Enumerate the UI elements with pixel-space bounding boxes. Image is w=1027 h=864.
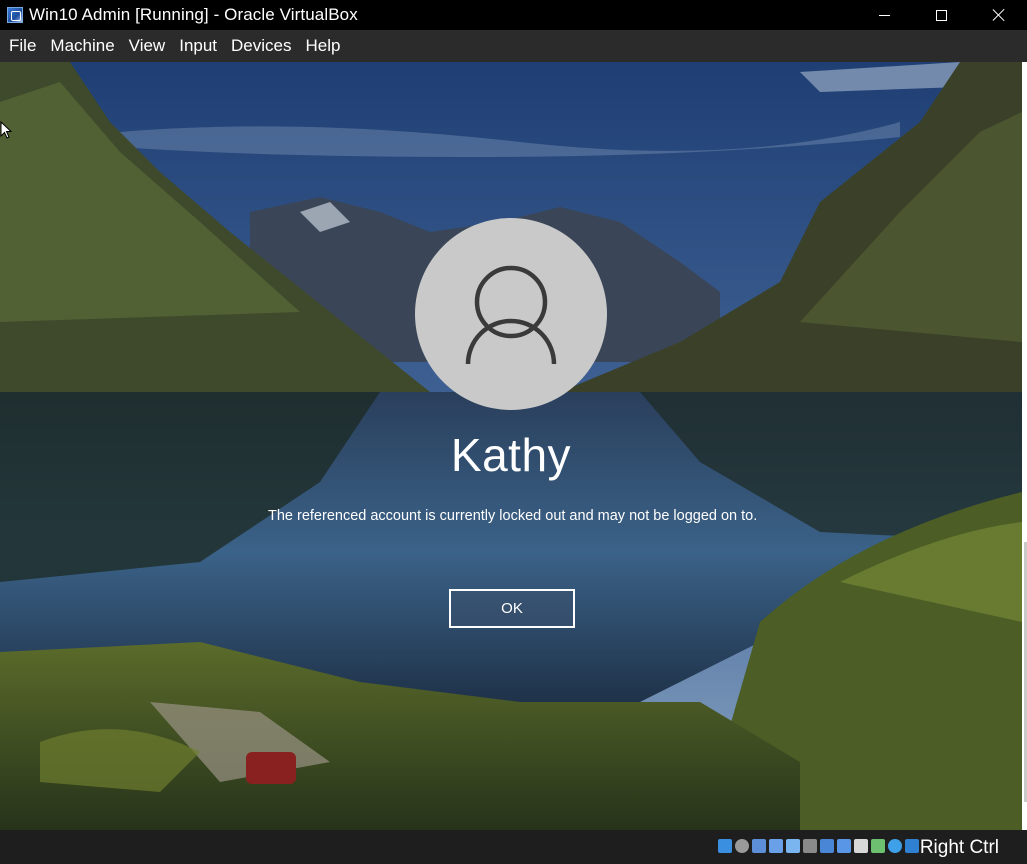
- minimize-icon: [879, 14, 890, 16]
- usb-icon[interactable]: [786, 839, 800, 853]
- host-key-label: Right Ctrl: [919, 837, 999, 858]
- lockout-message: The referenced account is currently lock…: [268, 508, 758, 524]
- menu-machine[interactable]: Machine: [43, 30, 121, 62]
- window-border: [1022, 62, 1027, 830]
- display-icon[interactable]: [820, 839, 834, 853]
- status-indicators: [718, 839, 919, 853]
- menu-bar: File Machine View Input Devices Help: [0, 30, 1027, 62]
- ok-button[interactable]: OK: [449, 589, 575, 628]
- shared-folders-icon[interactable]: [803, 839, 817, 853]
- audio-icon[interactable]: [752, 839, 766, 853]
- maximize-icon: [936, 9, 947, 21]
- user-avatar-icon: [465, 265, 557, 365]
- close-icon: [992, 8, 1006, 22]
- menu-input[interactable]: Input: [172, 30, 224, 62]
- user-avatar: [415, 218, 607, 410]
- title-bar: Win10 Admin [Running] - Oracle VirtualBo…: [0, 0, 1027, 30]
- menu-help[interactable]: Help: [299, 30, 348, 62]
- video-recording-icon[interactable]: [854, 839, 868, 853]
- virtualization-icon[interactable]: [871, 839, 885, 853]
- account-username: Kathy: [450, 429, 572, 481]
- hard-disk-icon[interactable]: [718, 839, 732, 853]
- close-button[interactable]: [970, 0, 1027, 30]
- menu-devices[interactable]: Devices: [224, 30, 298, 62]
- optical-drive-icon[interactable]: [735, 839, 749, 853]
- status-bar: Right Ctrl: [0, 830, 1027, 864]
- mouse-pointer-icon: [0, 121, 12, 139]
- network-icon[interactable]: [769, 839, 783, 853]
- virtualbox-app-icon: [7, 7, 23, 23]
- window-title: Win10 Admin [Running] - Oracle VirtualBo…: [29, 5, 358, 24]
- minimize-button[interactable]: [856, 0, 913, 30]
- guest-display[interactable]: Kathy The referenced account is currentl…: [0, 62, 1022, 830]
- screen-capture-icon[interactable]: [837, 839, 851, 853]
- menu-view[interactable]: View: [122, 30, 173, 62]
- mouse-integration-icon[interactable]: [888, 839, 902, 853]
- menu-file[interactable]: File: [2, 30, 43, 62]
- maximize-button[interactable]: [913, 0, 970, 30]
- window-controls: [856, 0, 1027, 30]
- keyboard-capture-icon[interactable]: [905, 839, 919, 853]
